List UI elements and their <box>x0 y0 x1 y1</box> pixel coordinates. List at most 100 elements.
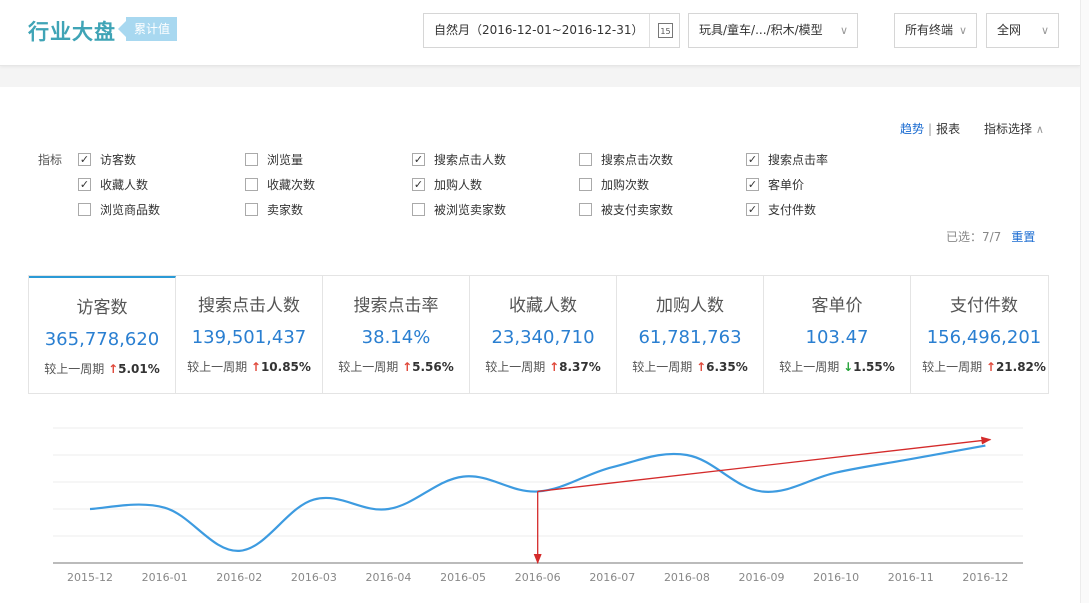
indicator-checkbox-label: 搜索点击次数 <box>601 153 674 167</box>
metric-tab[interactable]: 客单价 103.47 较上一周期 ↓1.55% <box>764 276 911 393</box>
x-tick-label: 2016-11 <box>888 571 934 584</box>
metric-value: 38.14% <box>361 327 431 348</box>
metric-change: 8.37% <box>559 360 601 374</box>
metric-tabs: 访客数 365,778,620 较上一周期 ↑5.01% 搜索点击人数 139,501,… <box>28 275 1049 394</box>
metric-name: 搜索点击人数 <box>198 296 300 316</box>
metric-value: 103.47 <box>805 327 869 348</box>
metric-name: 客单价 <box>811 296 863 316</box>
metric-change: 5.01% <box>118 362 160 376</box>
checkbox-empty-icon <box>245 203 258 216</box>
selected-info: 已选：7/7 重置 <box>946 228 1035 245</box>
selected-count: 已选：7/7 <box>946 230 1002 244</box>
indicator-checkbox-label: 搜索点击率 <box>768 153 829 167</box>
network-text: 全网 <box>997 23 1022 37</box>
terminal-text: 所有终端 <box>905 23 954 37</box>
indicator-checkbox-label: 被浏览卖家数 <box>434 203 507 217</box>
indicator-checkbox-label: 支付件数 <box>768 203 817 217</box>
indicator-checkbox[interactable]: 被支付卖家数 <box>579 202 673 218</box>
x-tick-label: 2016-12 <box>962 571 1008 584</box>
metric-tab[interactable]: 搜索点击率 38.14% 较上一周期 ↑5.56% <box>323 276 470 393</box>
scrollbar[interactable] <box>1080 0 1089 603</box>
x-tick-label: 2016-07 <box>589 571 635 584</box>
metric-compare: 较上一周期 ↑21.82% <box>911 359 1048 375</box>
indicator-checkbox-label: 被支付卖家数 <box>601 203 674 217</box>
indicator-select-toggle[interactable]: 指标选择 ∧ <box>984 120 1044 137</box>
indicator-select-label: 指标选择 <box>984 122 1033 136</box>
indicator-checkbox[interactable]: 搜索点击次数 <box>579 152 673 168</box>
metric-value: 139,501,437 <box>191 327 307 348</box>
indicator-checkbox[interactable]: ✓ 访客数 <box>78 152 136 168</box>
metric-value: 365,778,620 <box>44 329 160 350</box>
page-title: 行业大盘 <box>28 20 116 44</box>
indicator-checkbox[interactable]: 浏览商品数 <box>78 202 160 218</box>
x-tick-label: 2016-02 <box>216 571 262 584</box>
metric-tab[interactable]: 搜索点击人数 139,501,437 较上一周期 ↑10.85% <box>176 276 323 393</box>
metric-compare: 较上一周期 ↑5.01% <box>29 361 175 377</box>
x-tick-label: 2016-04 <box>365 571 411 584</box>
chevron-down-icon: ∨ <box>839 24 848 37</box>
calendar-day: 15 <box>658 23 673 38</box>
checkbox-empty-icon <box>579 153 592 166</box>
compare-label: 较上一周期 <box>779 360 844 374</box>
cumulative-badge[interactable]: 累计值 <box>117 17 178 41</box>
indicator-checkbox[interactable]: 收藏次数 <box>245 177 315 193</box>
compare-label: 较上一周期 <box>338 360 403 374</box>
checkbox-empty-icon <box>78 203 91 216</box>
report-link[interactable]: 报表 <box>936 122 960 136</box>
annotation-arrow-trend <box>537 436 992 493</box>
indicator-checkbox[interactable]: ✓ 支付件数 <box>746 202 816 218</box>
indicator-checkbox[interactable]: ✓ 搜索点击率 <box>746 152 828 168</box>
checkbox-empty-icon <box>579 203 592 216</box>
indicator-checkbox-label: 收藏次数 <box>267 178 316 192</box>
compare-label: 较上一周期 <box>922 360 986 374</box>
indicator-checkbox[interactable]: 浏览量 <box>245 152 303 168</box>
checkbox-checked-icon: ✓ <box>412 178 425 191</box>
x-tick-label: 2016-05 <box>440 571 486 584</box>
indicator-checkbox-label: 搜索点击人数 <box>434 153 507 167</box>
indicator-checkbox[interactable]: ✓ 加购人数 <box>412 177 482 193</box>
metric-tab[interactable]: 加购人数 61,781,763 较上一周期 ↑6.35% <box>617 276 764 393</box>
indicator-checkbox[interactable]: ✓ 搜索点击人数 <box>412 152 506 168</box>
metric-tab[interactable]: 访客数 365,778,620 较上一周期 ↑5.01% <box>29 276 176 393</box>
checkbox-checked-icon: ✓ <box>78 153 91 166</box>
calendar-icon[interactable]: 15 <box>649 14 679 47</box>
header-bar: 行业大盘 累计值 自然月（2016-12-01~2016-12-31） 15 玩… <box>0 0 1080 66</box>
category-select[interactable]: 玩具/童车/.../积木/模型 ∨ <box>688 13 858 48</box>
arrow-up-icon: ↑ <box>985 360 996 374</box>
metric-compare: 较上一周期 ↓1.55% <box>764 359 910 375</box>
category-text: 玩具/童车/.../积木/模型 <box>699 23 823 37</box>
x-tick-label: 2016-01 <box>142 571 188 584</box>
metric-change: 1.55% <box>853 360 895 374</box>
terminal-select[interactable]: 所有终端 ∨ <box>894 13 977 48</box>
indicator-checkbox-label: 浏览商品数 <box>100 203 161 217</box>
indicator-checkbox-label: 卖家数 <box>267 203 304 217</box>
metric-tab[interactable]: 支付件数 156,496,201 较上一周期 ↑21.82% <box>911 276 1048 393</box>
chevron-down-icon: ∨ <box>958 24 967 37</box>
indicator-checkbox[interactable]: 加购次数 <box>579 177 649 193</box>
arrow-up-icon: ↑ <box>108 362 119 376</box>
x-tick-label: 2015-12 <box>67 571 113 584</box>
indicator-checkbox[interactable]: 被浏览卖家数 <box>412 202 506 218</box>
reset-link[interactable]: 重置 <box>1011 230 1035 244</box>
date-range-select[interactable]: 自然月（2016-12-01~2016-12-31） 15 <box>423 13 680 48</box>
trend-link[interactable]: 趋势 <box>900 122 924 136</box>
checkbox-checked-icon: ✓ <box>746 153 759 166</box>
network-select[interactable]: 全网 ∨ <box>986 13 1059 48</box>
indicator-checkbox-label: 加购次数 <box>601 178 650 192</box>
checkbox-empty-icon <box>245 178 258 191</box>
metric-change: 21.82% <box>995 360 1046 374</box>
checkbox-empty-icon <box>412 203 425 216</box>
indicator-checkbox[interactable]: ✓ 客单价 <box>746 177 804 193</box>
metric-name: 收藏人数 <box>509 296 577 316</box>
metric-compare: 较上一周期 ↑10.85% <box>176 359 322 375</box>
arrow-up-icon: ↑ <box>250 360 261 374</box>
metric-tab[interactable]: 收藏人数 23,340,710 较上一周期 ↑8.37% <box>470 276 617 393</box>
indicator-checkbox[interactable]: ✓ 收藏人数 <box>78 177 148 193</box>
trend-chart: 2015-12 2016-01 2016-02 2016-03 2016-04 2016-… <box>53 427 1023 584</box>
chevron-down-icon: ∨ <box>1040 24 1049 37</box>
metric-name: 支付件数 <box>950 296 1018 316</box>
compare-label: 较上一周期 <box>44 362 109 376</box>
indicator-checkbox[interactable]: 卖家数 <box>245 202 303 218</box>
arrow-up-icon: ↑ <box>696 360 707 374</box>
metric-value: 23,340,710 <box>491 327 595 348</box>
